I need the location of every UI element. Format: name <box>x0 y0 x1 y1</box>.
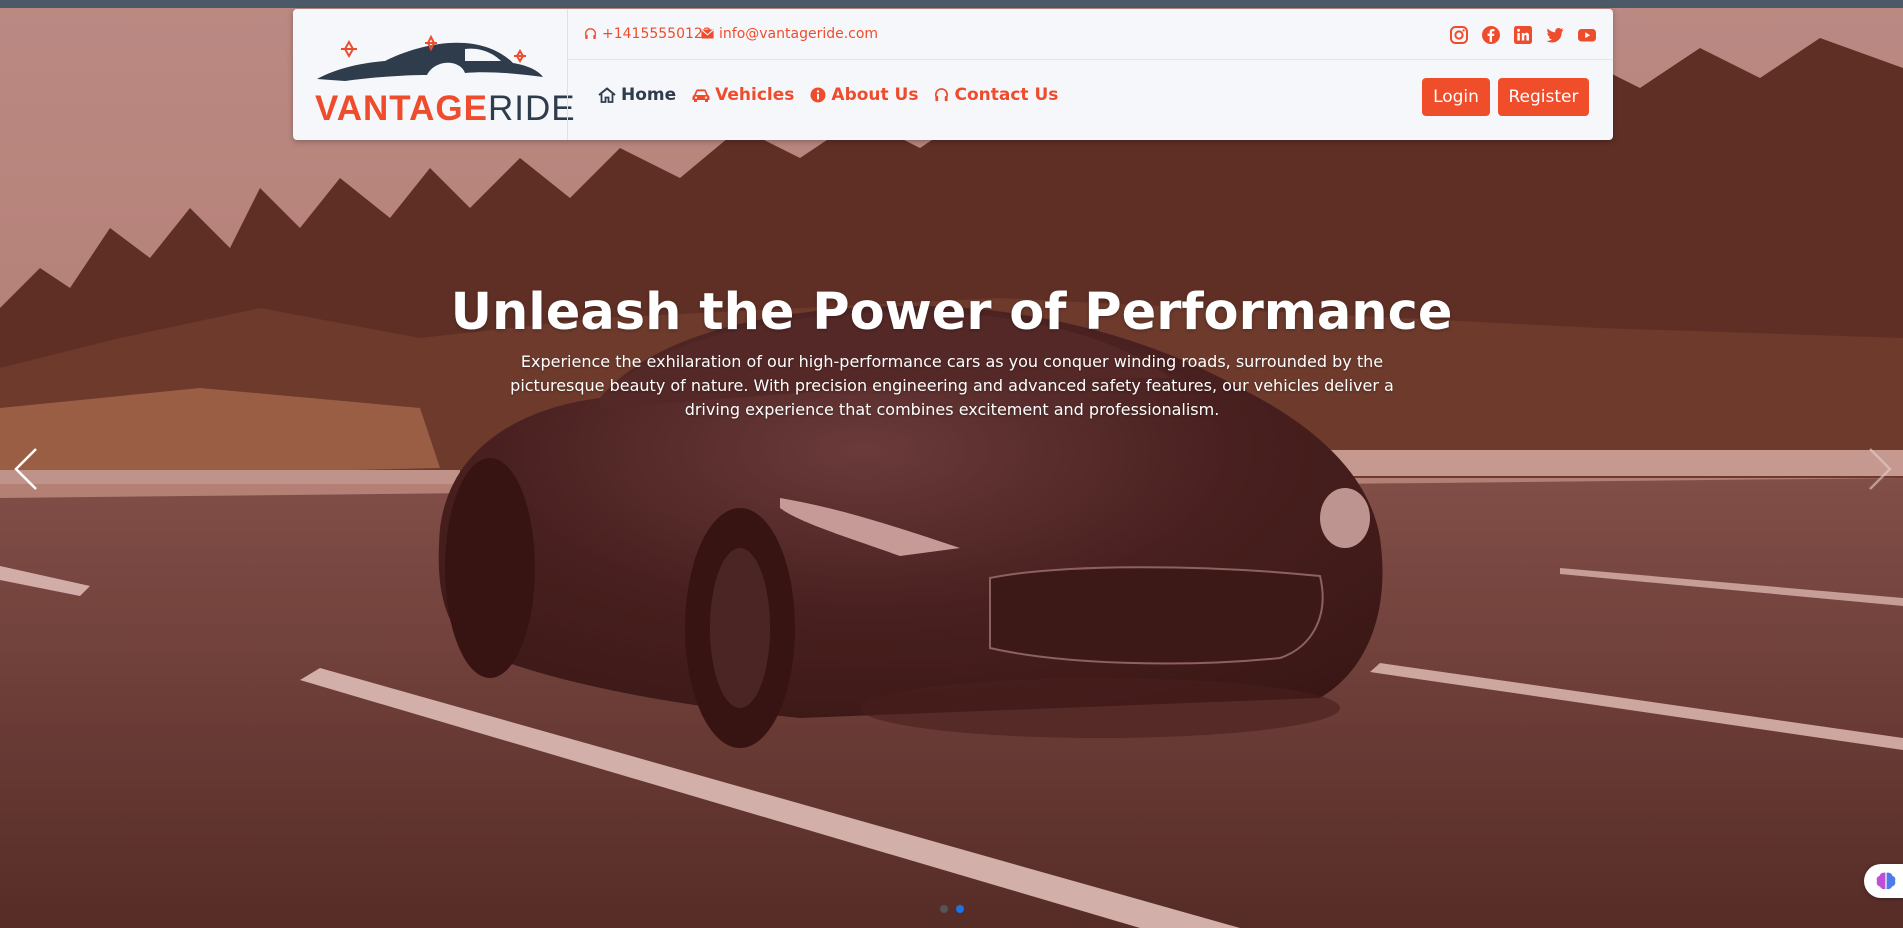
brand-logo[interactable]: VANTAGERIDE <box>315 29 575 129</box>
register-button[interactable]: Register <box>1498 78 1589 116</box>
car-silhouette-icon <box>317 34 543 81</box>
car-icon <box>692 89 710 102</box>
envelope-icon <box>701 29 714 39</box>
youtube-icon[interactable] <box>1577 25 1597 45</box>
phone-number: +14155550123 <box>602 26 712 42</box>
top-strip <box>0 0 1903 8</box>
brand-part2: RIDE <box>487 89 576 128</box>
carousel-indicator-active[interactable] <box>956 905 964 913</box>
site-header: VANTAGERIDE +14155550123 info@vantagerid… <box>293 9 1613 140</box>
email-address: info@vantageride.com <box>719 26 879 42</box>
nav-label-home: Home <box>621 85 677 105</box>
nav-item-about[interactable]: About Us <box>810 85 918 105</box>
hero-title: Unleash the Power of Performance <box>450 283 1453 342</box>
headset-icon <box>935 87 949 101</box>
chevron-left-icon <box>14 448 37 490</box>
brain-icon <box>1876 872 1896 890</box>
carousel-indicator[interactable] <box>940 905 948 913</box>
email-contact[interactable]: info@vantageride.com <box>701 26 878 42</box>
info-icon <box>810 87 826 103</box>
brand-part1: VANTAGE <box>315 89 488 128</box>
carousel-indicators <box>940 905 964 913</box>
social-links <box>1449 25 1597 45</box>
header-divider-vertical <box>567 9 568 140</box>
twitter-icon[interactable] <box>1545 25 1565 45</box>
header-divider-horizontal <box>567 59 1613 60</box>
hero-description: Experience the exhilaration of our high-… <box>510 352 1394 419</box>
home-icon <box>598 87 616 103</box>
nav-item-vehicles[interactable]: Vehicles <box>692 85 794 105</box>
hero-overlay <box>0 8 1903 928</box>
chevron-right-icon <box>1869 448 1892 490</box>
linkedin-icon[interactable] <box>1513 25 1533 45</box>
headset-icon <box>584 27 597 39</box>
nav-item-contact[interactable]: Contact Us <box>934 85 1058 105</box>
floating-widget-button[interactable] <box>1864 864 1903 898</box>
facebook-icon[interactable] <box>1481 25 1501 45</box>
carousel-next-button[interactable] <box>1860 444 1900 494</box>
carousel-prev-button[interactable] <box>6 444 46 494</box>
hero-carousel <box>0 8 1903 928</box>
instagram-icon[interactable] <box>1449 25 1469 45</box>
nav-item-home[interactable]: Home <box>598 85 676 105</box>
brand-wordmark: VANTAGERIDE <box>315 89 576 129</box>
nav-label-about: About Us <box>831 85 919 105</box>
main-nav: Home Vehicles About Us Contact Us <box>598 85 1058 105</box>
phone-contact[interactable]: +14155550123 <box>584 26 712 42</box>
login-button[interactable]: Login <box>1422 78 1490 116</box>
nav-label-vehicles: Vehicles <box>715 85 795 105</box>
nav-label-contact: Contact Us <box>954 85 1059 105</box>
